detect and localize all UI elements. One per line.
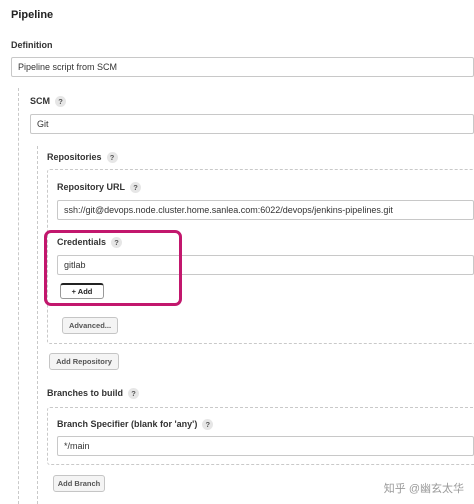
definition-select[interactable]: Pipeline script from SCM bbox=[11, 57, 474, 77]
branches-help-icon[interactable]: ? bbox=[128, 388, 140, 400]
add-repository-button[interactable]: Add Repository bbox=[49, 353, 119, 370]
branches-label: Branches to build? bbox=[47, 388, 140, 400]
scm-help-icon[interactable]: ? bbox=[55, 96, 66, 108]
watermark: 知乎 @幽玄太华 bbox=[383, 483, 464, 495]
repositories-label: Repositories? bbox=[47, 152, 118, 164]
add-branch-button[interactable]: Add Branch bbox=[53, 475, 105, 492]
repository-url-input[interactable]: ssh://git@devops.node.cluster.home.sanle… bbox=[57, 200, 474, 220]
branch-specifier-help-icon[interactable]: ? bbox=[202, 419, 214, 431]
pipeline-title: Pipeline bbox=[11, 9, 54, 21]
scm-label: SCM? bbox=[30, 96, 66, 108]
scm-section-border bbox=[18, 88, 19, 504]
repositories-help-icon[interactable]: ? bbox=[106, 152, 118, 164]
repositories-section-border bbox=[37, 146, 38, 504]
advanced-button[interactable]: Advanced... bbox=[62, 317, 118, 334]
branch-specifier-label: Branch Specifier (blank for 'any')? bbox=[57, 419, 214, 431]
scm-select[interactable]: Git bbox=[30, 114, 474, 134]
repository-url-label: Repository URL? bbox=[57, 182, 142, 194]
repository-url-help-icon[interactable]: ? bbox=[130, 182, 142, 194]
branch-specifier-input[interactable]: */main bbox=[57, 436, 474, 456]
credentials-highlight-box bbox=[44, 230, 182, 306]
definition-label: Definition bbox=[11, 40, 53, 50]
